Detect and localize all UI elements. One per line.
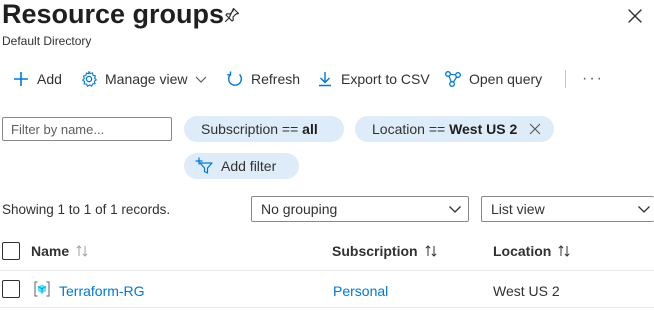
refresh-label: Refresh (251, 71, 301, 87)
add-filter-label: Add filter (221, 158, 277, 174)
add-filter-button[interactable]: Add filter (184, 153, 299, 179)
open-query-label: Open query (469, 71, 543, 87)
column-location-label: Location (493, 243, 552, 259)
column-subscription-label: Subscription (332, 243, 418, 259)
column-name-label: Name (31, 243, 70, 259)
select-all-checkbox[interactable] (2, 242, 20, 260)
subscription-link[interactable]: Personal (333, 283, 388, 299)
column-header-name[interactable]: Name (31, 243, 89, 259)
plus-icon (14, 72, 28, 86)
pin-icon[interactable] (224, 7, 240, 23)
row-checkbox[interactable] (2, 280, 20, 298)
subscription-filter-label: Subscription == (201, 121, 303, 137)
add-label: Add (37, 71, 62, 87)
view-value: List view (491, 201, 545, 217)
filter-by-name-input[interactable] (2, 117, 172, 141)
open-query-button[interactable]: Open query (444, 70, 542, 88)
add-button[interactable]: Add (12, 70, 62, 88)
export-csv-label: Export to CSV (341, 71, 430, 87)
manage-view-button[interactable]: Manage view (80, 70, 207, 88)
gear-icon (82, 70, 97, 87)
resource-group-name-link[interactable]: Terraform-RG (59, 283, 145, 299)
export-csv-button[interactable]: Export to CSV (316, 70, 430, 88)
table-row-divider (0, 307, 654, 308)
page-title: Resource groups (2, 0, 225, 29)
records-count: Showing 1 to 1 of 1 records. (2, 202, 171, 217)
sort-icon (558, 245, 570, 257)
location-filter-pill[interactable]: Location == West US 2 (355, 116, 554, 142)
sort-icon (76, 245, 88, 257)
chevron-down-icon (449, 206, 461, 213)
view-dropdown[interactable]: List view (481, 196, 654, 222)
column-header-subscription[interactable]: Subscription (332, 243, 438, 259)
subscription-filter-value: all (302, 121, 318, 137)
sort-icon (425, 245, 437, 257)
location-filter-label: Location == (372, 121, 450, 137)
close-icon[interactable] (626, 7, 644, 25)
toolbar-divider (565, 70, 566, 88)
refresh-button[interactable]: Refresh (226, 70, 300, 88)
column-header-location[interactable]: Location (493, 243, 571, 259)
more-options-button[interactable]: ··· (582, 70, 604, 88)
query-icon (445, 71, 461, 87)
manage-view-label: Manage view (105, 71, 188, 87)
refresh-icon (227, 71, 242, 86)
resource-group-icon (34, 281, 50, 297)
grouping-dropdown[interactable]: No grouping (251, 196, 469, 222)
subscription-filter-pill[interactable]: Subscription == all (184, 116, 344, 142)
remove-filter-icon[interactable] (528, 122, 542, 136)
page-subtitle: Default Directory (2, 34, 92, 48)
filter-add-icon (195, 157, 213, 174)
chevron-down-icon (638, 206, 650, 213)
location-cell: West US 2 (493, 283, 560, 299)
table-header-divider (0, 270, 654, 271)
grouping-value: No grouping (261, 201, 338, 217)
location-filter-value: West US 2 (449, 121, 518, 137)
chevron-down-icon (195, 76, 206, 83)
download-icon (319, 72, 331, 87)
